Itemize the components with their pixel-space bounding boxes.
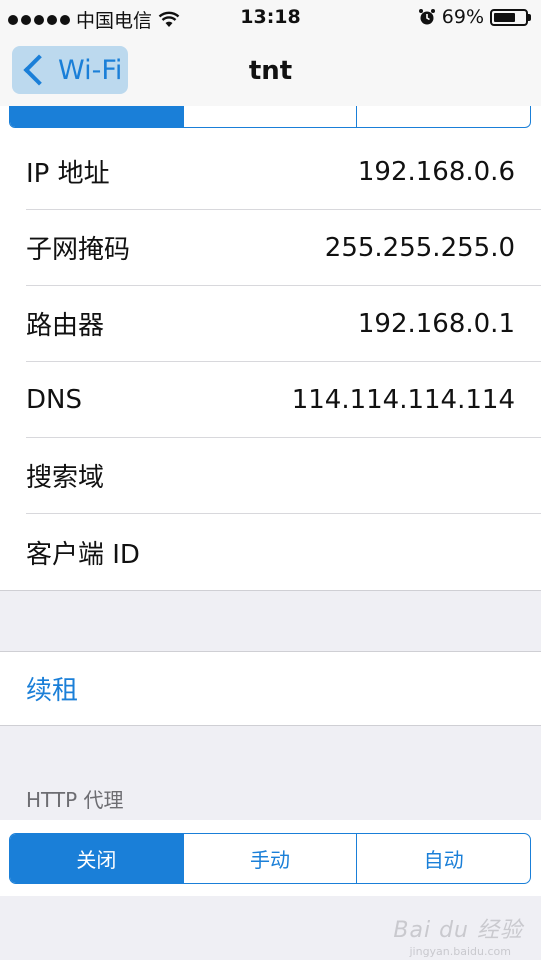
http-proxy-segmented-control: 关闭 手动 自动 bbox=[9, 833, 531, 884]
info-row: 搜索域 bbox=[26, 438, 541, 514]
info-row: 子网掩码 255.255.255.0 bbox=[26, 210, 541, 286]
info-row-value: 192.168.0.6 bbox=[357, 156, 515, 187]
http-proxy-option[interactable]: 自动 bbox=[357, 834, 530, 883]
ip-mode-segment-2[interactable] bbox=[184, 106, 358, 127]
http-proxy-section-header: HTTP 代理 bbox=[26, 788, 124, 812]
info-row: 路由器 192.168.0.1 bbox=[26, 286, 541, 362]
info-row-value: 255.255.255.0 bbox=[324, 232, 515, 263]
battery-percent: 69% bbox=[441, 6, 484, 28]
info-row-label: IP 地址 bbox=[26, 159, 110, 189]
alarm-icon bbox=[418, 9, 435, 25]
status-right: 69% bbox=[418, 6, 531, 28]
ip-mode-segment-1[interactable] bbox=[10, 106, 184, 127]
renew-lease-button[interactable]: 续租 bbox=[0, 651, 541, 726]
info-row: IP 地址 192.168.0.6 bbox=[26, 134, 541, 210]
renew-lease-label: 续租 bbox=[26, 676, 79, 706]
info-row-label: 子网掩码 bbox=[26, 235, 131, 265]
page-title: tnt bbox=[248, 56, 293, 86]
status-bar: 中国电信 13:18 69% bbox=[0, 0, 541, 36]
http-proxy-cell: 关闭 手动 自动 bbox=[0, 820, 541, 896]
network-info-list: IP 地址 192.168.0.6 子网掩码 255.255.255.0 路由器 192.… bbox=[0, 134, 541, 591]
info-row-label: 路由器 bbox=[26, 311, 105, 341]
info-row-label: DNS bbox=[26, 384, 82, 415]
info-row: 客户端 ID bbox=[26, 514, 541, 590]
battery-icon bbox=[490, 8, 531, 26]
info-row-value: 114.114.114.114 bbox=[291, 384, 515, 415]
ip-mode-segment-3[interactable] bbox=[357, 106, 530, 127]
watermark-url: jingyan.baidu.com bbox=[409, 945, 511, 958]
info-row-label: 搜索域 bbox=[26, 463, 105, 493]
navigation-bar: Wi-Fi tnt bbox=[0, 36, 541, 107]
http-proxy-option[interactable]: 关闭 bbox=[10, 834, 184, 883]
ip-mode-segmented-control-partial bbox=[0, 106, 541, 134]
info-row: DNS 114.114.114.114 bbox=[26, 362, 541, 438]
info-row-label: 客户端 ID bbox=[26, 539, 140, 570]
info-row-value: 192.168.0.1 bbox=[357, 308, 515, 339]
http-proxy-option[interactable]: 手动 bbox=[184, 834, 358, 883]
watermark-logo: Bai du 经验 bbox=[393, 918, 523, 943]
